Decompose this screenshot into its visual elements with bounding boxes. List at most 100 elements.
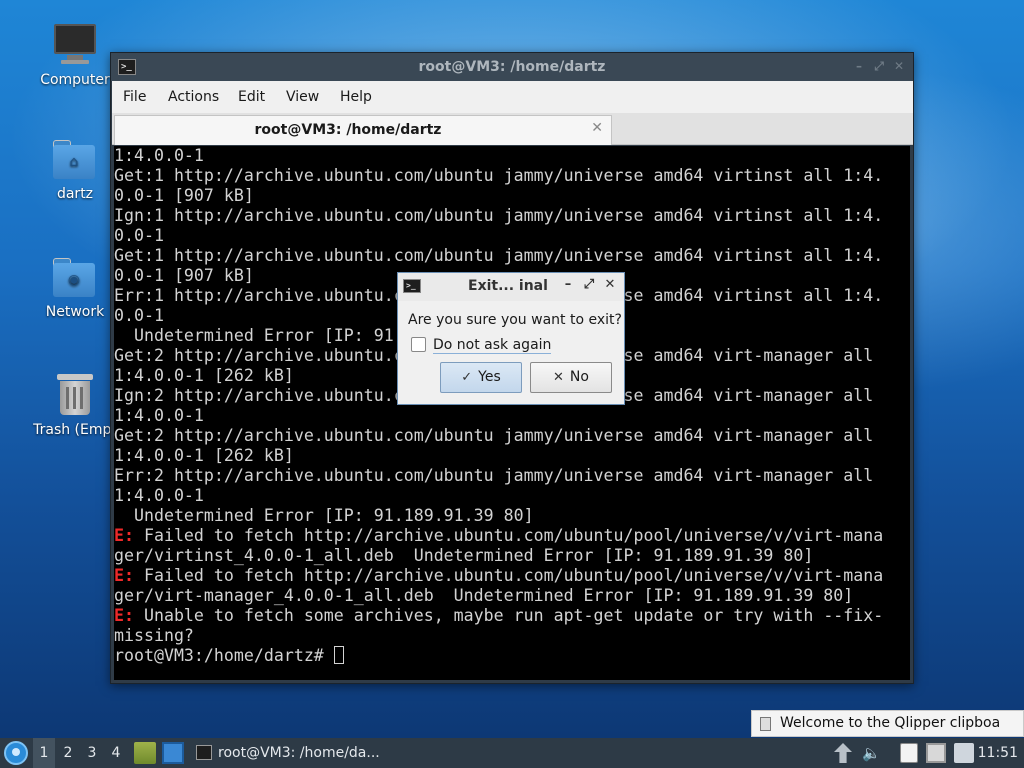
computer-icon — [53, 22, 97, 66]
menu-edit[interactable]: Edit — [238, 89, 265, 105]
dialog-title: Exit... inal — [468, 278, 548, 294]
menu-actions[interactable]: Actions — [168, 89, 219, 105]
dialog-titlebar[interactable]: >_ Exit... inal – ⤢ ✕ — [398, 273, 624, 301]
yes-button-label: Yes — [478, 369, 501, 385]
maximize-icon[interactable]: ⤢ — [871, 58, 887, 74]
start-menu-icon[interactable] — [4, 741, 28, 765]
tab-terminal[interactable]: root@VM3: /home/dartz ✕ — [114, 115, 612, 145]
terminal-line-text: 1:4.0.0-1 — [114, 486, 204, 505]
terminal-line: Ign:1 http://archive.ubuntu.com/ubuntu j… — [114, 206, 910, 226]
clock[interactable]: 11:51 — [978, 738, 1018, 768]
menu-view[interactable]: View — [286, 89, 319, 105]
window-titlebar[interactable]: >_ root@VM3: /home/dartz – ⤢ ✕ — [111, 53, 913, 81]
terminal-line-text: Failed to fetch http://archive.ubuntu.co… — [133, 566, 884, 585]
no-button[interactable]: ✕ No — [530, 362, 612, 393]
error-prefix: E: — [114, 566, 134, 585]
terminal-line: 0.0-1 [907 kB] — [114, 186, 910, 206]
terminal-line-text: 1:4.0.0-1 [262 kB] — [114, 446, 294, 465]
terminal-line: Undetermined Error [IP: 91.189.91.39 80] — [114, 506, 910, 526]
network-folder-icon: ◉ — [53, 258, 97, 298]
error-prefix: E: — [114, 526, 134, 545]
workspace-1[interactable]: 1 — [33, 738, 55, 768]
terminal-line: 1:4.0.0-1 — [114, 486, 910, 506]
no-button-label: No — [569, 369, 589, 385]
clipboard-icon[interactable] — [900, 743, 918, 763]
update-notifier-icon[interactable] — [954, 743, 974, 763]
terminal-line: E: Failed to fetch http://archive.ubuntu… — [114, 526, 910, 546]
maximize-icon[interactable]: ⤢ — [582, 277, 596, 292]
eject-icon[interactable] — [834, 743, 852, 763]
terminal-line-text: Unable to fetch some archives, maybe run… — [133, 606, 884, 625]
terminal-line-text: Err:2 http://archive.ubuntu.com/ubuntu j… — [114, 466, 874, 485]
terminal-line-text: Get:1 http://archive.ubuntu.com/ubuntu j… — [114, 166, 884, 185]
shell-prompt: root@VM3:/home/dartz# — [114, 646, 334, 665]
do-not-ask-label[interactable]: Do not ask again — [433, 337, 552, 354]
workspace-2[interactable]: 2 — [57, 738, 79, 768]
terminal-line: Err:2 http://archive.ubuntu.com/ubuntu j… — [114, 466, 910, 486]
yes-button[interactable]: ✓ Yes — [440, 362, 522, 393]
terminal-line-text: 0.0-1 — [114, 226, 164, 245]
terminal-line: Get:1 http://archive.ubuntu.com/ubuntu j… — [114, 246, 910, 266]
workspace-3[interactable]: 3 — [81, 738, 103, 768]
terminal-line-text: Ign:1 http://archive.ubuntu.com/ubuntu j… — [114, 206, 884, 225]
terminal-line-text: Get:1 http://archive.ubuntu.com/ubuntu j… — [114, 246, 884, 265]
terminal-line-text: 1:4.0.0-1 — [114, 146, 204, 165]
terminal-line: 0.0-1 — [114, 226, 910, 246]
menu-help[interactable]: Help — [340, 89, 372, 105]
close-icon[interactable]: ✕ — [603, 277, 617, 292]
terminal-line-text: 0.0-1 [907 kB] — [114, 186, 254, 205]
desktop-icon-label: Computer — [40, 72, 110, 88]
desktop-icon-label: Network — [45, 304, 105, 320]
prompt-line[interactable]: root@VM3:/home/dartz# — [114, 646, 910, 666]
exit-dialog: >_ Exit... inal – ⤢ ✕ Are you sure you w… — [397, 272, 625, 405]
terminal-line: 1:4.0.0-1 [262 kB] — [114, 446, 910, 466]
workspace-4[interactable]: 4 — [105, 738, 127, 768]
window-title: root@VM3: /home/dartz — [418, 59, 606, 75]
terminal-line-text: 0.0-1 — [114, 306, 164, 325]
terminal-line: Get:1 http://archive.ubuntu.com/ubuntu j… — [114, 166, 910, 186]
terminal-line: 1:4.0.0-1 — [114, 406, 910, 426]
terminal-line-text: Undetermined Error [IP: 91.189.91.39 80] — [114, 506, 534, 525]
terminal-line-text: 0.0-1 [907 kB] — [114, 266, 254, 285]
desktop-icon-label: Trash (Empt — [33, 422, 117, 438]
network-icon[interactable] — [926, 743, 946, 763]
taskbar-item-label: root@VM3: /home/da... — [218, 745, 380, 761]
check-icon: ✓ — [461, 370, 473, 385]
close-icon[interactable]: ✕ — [891, 58, 907, 74]
minimize-icon[interactable]: – — [561, 277, 575, 292]
terminal-line: missing? — [114, 626, 910, 646]
terminal-app-icon: >_ — [403, 279, 421, 293]
tab-title: root@VM3: /home/dartz — [254, 122, 442, 138]
show-desktop-icon[interactable] — [162, 742, 184, 764]
terminal-line-text: Get:2 http://archive.ubuntu.com/ubuntu j… — [114, 426, 874, 445]
menubar: File Actions Edit View Help — [112, 81, 913, 113]
text-cursor — [333, 646, 344, 664]
taskbar: 1 2 3 4 root@VM3: /home/da... 🔈 11:51 — [0, 738, 1024, 768]
notification-popup[interactable]: Welcome to the Qlipper clipboa — [751, 710, 1024, 737]
terminal-line: E: Failed to fetch http://archive.ubuntu… — [114, 566, 910, 586]
volume-icon[interactable]: 🔈 — [862, 743, 881, 763]
terminal-output[interactable]: 1:4.0.0-1 Get:1 http://archive.ubuntu.com… — [114, 146, 910, 680]
x-icon: ✕ — [553, 370, 564, 385]
minimize-icon[interactable]: – — [851, 58, 867, 74]
terminal-line-text: 1:4.0.0-1 [262 kB] — [114, 366, 294, 385]
terminal-line: E: Unable to fetch some archives, maybe … — [114, 606, 910, 626]
terminal-line-text: ger/virtinst_4.0.0-1_all.deb Undetermine… — [114, 546, 814, 565]
taskbar-item-terminal[interactable]: root@VM3: /home/da... — [190, 738, 394, 768]
terminal-line: Get:2 http://archive.ubuntu.com/ubuntu j… — [114, 426, 910, 446]
menu-file[interactable]: File — [123, 89, 146, 105]
home-folder-icon: ⌂ — [53, 140, 97, 180]
terminal-line: ger/virtinst_4.0.0-1_all.deb Undetermine… — [114, 546, 910, 566]
terminal-line-text: 1:4.0.0-1 — [114, 406, 204, 425]
terminal-line-text: Failed to fetch http://archive.ubuntu.co… — [133, 526, 884, 545]
terminal-line-text: missing? — [114, 626, 194, 645]
clipboard-icon — [760, 717, 771, 731]
tab-close-icon[interactable]: ✕ — [591, 120, 603, 136]
terminal-line-text: ger/virt-manager_4.0.0-1_all.deb Undeter… — [114, 586, 854, 605]
trash-icon — [55, 372, 95, 416]
notification-text: Welcome to the Qlipper clipboa — [780, 715, 1001, 731]
terminal-line: 1:4.0.0-1 — [114, 146, 910, 166]
dialog-question: Are you sure you want to exit? — [408, 312, 622, 328]
do-not-ask-checkbox[interactable] — [411, 337, 426, 352]
file-manager-icon[interactable] — [134, 742, 156, 764]
